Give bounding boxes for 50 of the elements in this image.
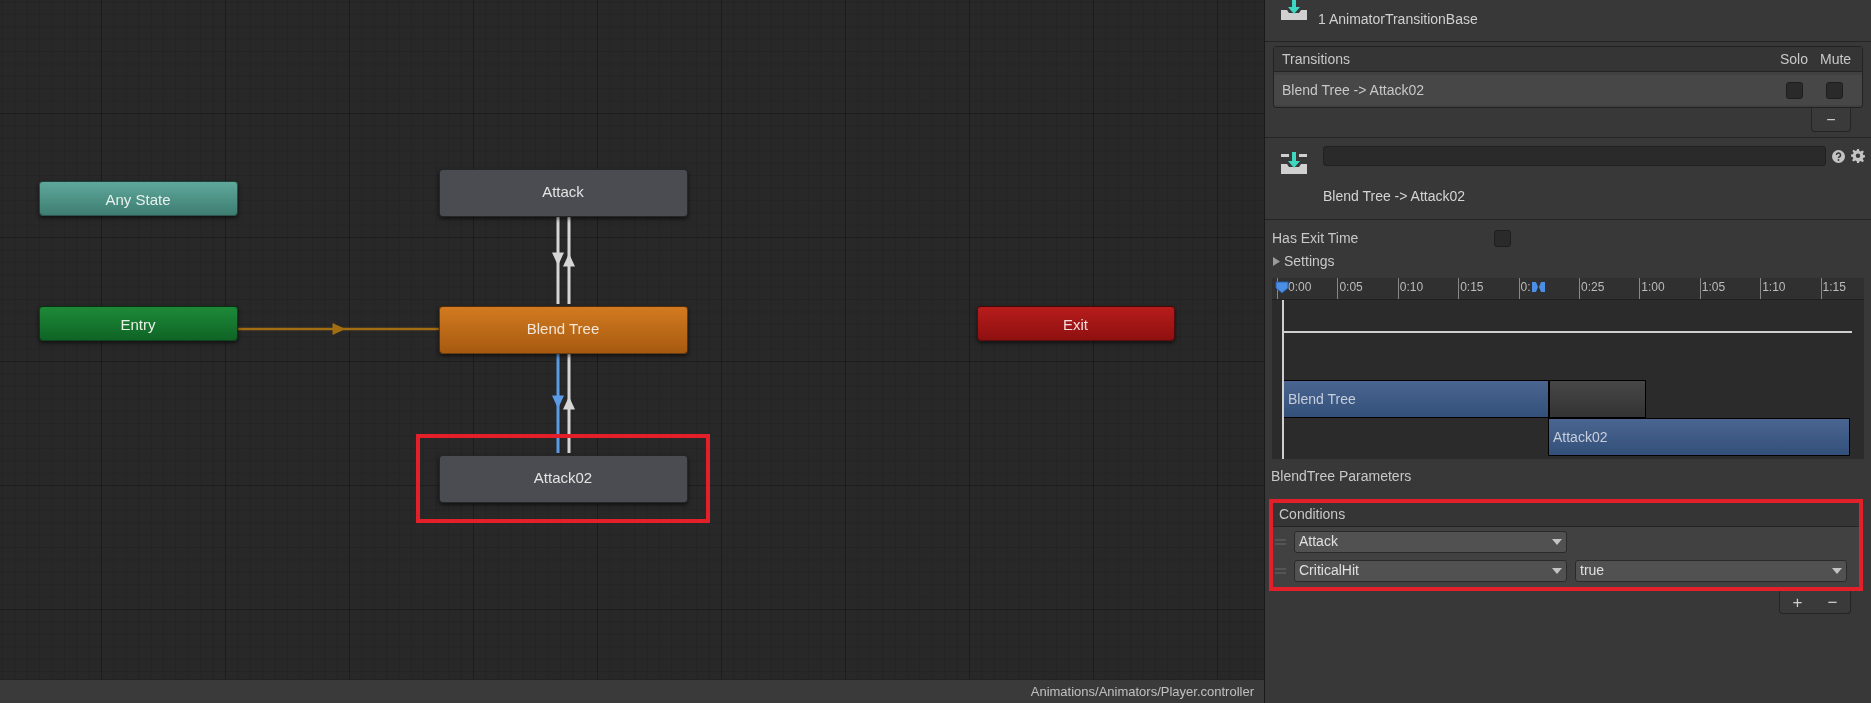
dropdown[interactable]: true	[1575, 559, 1847, 582]
time-label: 0:	[1520, 279, 1531, 296]
section-label: BlendTree Parameters	[1270, 467, 1413, 486]
file-path: Animations/Animators/Player.controller	[1030, 682, 1254, 701]
caret-icon	[1552, 538, 1562, 545]
caret-icon	[1832, 567, 1842, 574]
list-button[interactable]: +	[1780, 591, 1815, 613]
checkbox[interactable]	[1786, 81, 1803, 99]
transition-label: Blend Tree -> Attack02	[1282, 80, 1426, 100]
time-label: 0:15	[1460, 279, 1484, 296]
time-label: 0:05	[1339, 279, 1363, 296]
transition-timeline[interactable]: 0:00 0:05 0:10 0:15 0: 0:25 1:00 1:05 1:10 1:15 Blend Tree Attack02	[1272, 278, 1864, 459]
dropdown[interactable]: CriticalHit	[1294, 559, 1567, 582]
list-row[interactable]: Blend Tree -> Attack02	[1274, 75, 1862, 105]
time-label: 1:10	[1762, 279, 1786, 296]
state-node[interactable]: Exit	[976, 305, 1175, 341]
settings-icon	[1851, 149, 1865, 163]
playhead-marker-icon	[1275, 281, 1289, 294]
dropdown[interactable]: Attack	[1294, 530, 1567, 553]
column-header: Mute	[1820, 49, 1853, 69]
list-button[interactable]: −	[1815, 591, 1850, 613]
time-label: 1:05	[1701, 279, 1726, 296]
time-label: 1:15	[1822, 279, 1846, 296]
settings-foldout[interactable]: Settings	[1265, 250, 1871, 272]
time-label: 0:10	[1399, 279, 1424, 296]
time-label: 1:00	[1641, 279, 1665, 296]
clip-bar: Blend Tree	[1283, 380, 1549, 418]
transition-title: Blend Tree -> Attack02	[1323, 187, 1467, 206]
state-node[interactable]: Any State	[38, 180, 238, 216]
time-label: 0:00	[1288, 279, 1312, 296]
help-icon	[1832, 149, 1845, 163]
name-field[interactable]	[1323, 146, 1826, 166]
state-node[interactable]: Attack02	[438, 454, 688, 503]
checkbox[interactable]	[1494, 229, 1511, 247]
checkbox[interactable]	[1826, 81, 1843, 99]
clip-bar: Attack02	[1548, 418, 1850, 456]
field-label: Has Exit Time	[1272, 228, 1360, 248]
tray-arrow-icon	[1280, 0, 1308, 20]
column-header: Solo	[1780, 49, 1810, 69]
remove-button[interactable]: −	[1811, 108, 1851, 132]
object-count: 1 AnimatorTransitionBase	[1318, 10, 1478, 29]
transition-marker-icon	[1530, 279, 1546, 295]
column-header: Transitions	[1282, 49, 1351, 69]
state-node[interactable]: Blend Tree	[438, 305, 688, 354]
state-node[interactable]: Attack	[438, 168, 688, 217]
list-header: Conditions	[1279, 505, 1346, 524]
time-label: 0:25	[1580, 279, 1605, 296]
caret-icon	[1552, 567, 1562, 574]
caret-icon	[1272, 256, 1281, 266]
state-node[interactable]: Entry	[38, 305, 238, 341]
